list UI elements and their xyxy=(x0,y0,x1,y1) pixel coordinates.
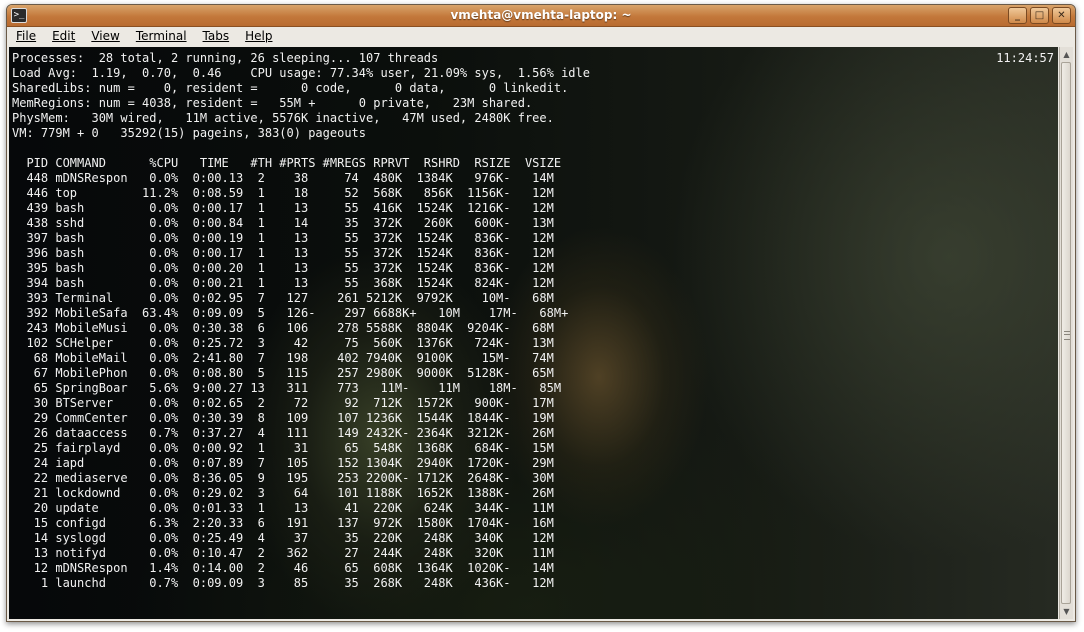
title-bar[interactable]: >_ vmehta@vmehta-laptop: ~ _ □ ✕ xyxy=(7,5,1075,27)
summary-line: SharedLibs: num = 0, resident = 0 code, … xyxy=(12,81,569,95)
process-row: 25 fairplayd 0.0% 0:00.92 1 31 65 548K 1… xyxy=(12,441,554,455)
menu-terminal[interactable]: Terminal xyxy=(127,27,194,46)
process-row: 395 bash 0.0% 0:00.20 1 13 55 372K 1524K… xyxy=(12,261,554,275)
summary-line: Processes: 28 total, 2 running, 26 sleep… xyxy=(12,51,439,65)
clock-readout: 11:24:57 xyxy=(996,51,1054,65)
menu-edit-label: Edit xyxy=(52,29,76,43)
menu-view[interactable]: View xyxy=(82,27,126,46)
process-row: 68 MobileMail 0.0% 2:41.80 7 198 402 794… xyxy=(12,351,554,365)
process-row: 24 iapd 0.0% 0:07.89 7 105 152 1304K 294… xyxy=(12,456,554,470)
terminal-screen[interactable]: Processes: 28 total, 2 running, 26 sleep… xyxy=(9,47,1058,619)
menu-help[interactable]: Help xyxy=(236,27,279,46)
grip-icon xyxy=(1064,331,1070,340)
maximize-button[interactable]: □ xyxy=(1030,7,1049,24)
process-row: 1 launchd 0.7% 0:09.09 3 85 35 268K 248K… xyxy=(12,576,554,590)
process-row: 392 MobileSafa 63.4% 0:09.09 5 126- 297 … xyxy=(12,306,569,320)
process-table-header: PID COMMAND %CPU TIME #TH #PRTS #MREGS R… xyxy=(12,156,562,170)
summary-line: VM: 779M + 0 35292(15) pageins, 383(0) p… xyxy=(12,126,367,140)
process-row: 22 mediaserve 0.0% 8:36.05 9 195 253 220… xyxy=(12,471,554,485)
scroll-thumb[interactable] xyxy=(1061,62,1071,604)
process-row: 438 sshd 0.0% 0:00.84 1 14 35 372K 260K … xyxy=(12,216,554,230)
menu-view-label: View xyxy=(91,29,120,43)
process-row: 13 notifyd 0.0% 0:10.47 2 362 27 244K 24… xyxy=(12,546,554,560)
menu-file[interactable]: File xyxy=(7,27,43,46)
process-row: 26 dataaccess 0.7% 0:37.27 4 111 149 243… xyxy=(12,426,554,440)
process-row: 14 syslogd 0.0% 0:25.49 4 37 35 220K 248… xyxy=(12,531,554,545)
menu-help-label: Help xyxy=(245,29,273,43)
scroll-up-arrow-icon[interactable]: ▲ xyxy=(1060,48,1073,61)
process-row: 65 SpringBoar 5.6% 9:00.27 13 311 773 11… xyxy=(12,381,562,395)
summary-line: MemRegions: num = 4038, resident = 55M +… xyxy=(12,96,533,110)
terminal-output: Processes: 28 total, 2 running, 26 sleep… xyxy=(12,51,590,591)
process-row: 397 bash 0.0% 0:00.19 1 13 55 372K 1524K… xyxy=(12,231,554,245)
minimize-button[interactable]: _ xyxy=(1008,7,1027,24)
process-row: 448 mDNSRespon 0.0% 0:00.13 2 38 74 480K… xyxy=(12,171,554,185)
summary-line: PhysMem: 30M wired, 11M active, 5576K in… xyxy=(12,111,554,125)
close-button[interactable]: ✕ xyxy=(1052,7,1071,24)
process-row: 394 bash 0.0% 0:00.21 1 13 55 368K 1524K… xyxy=(12,276,554,290)
process-row: 446 top 11.2% 0:08.59 1 18 52 568K 856K … xyxy=(12,186,554,200)
process-row: 243 MobileMusi 0.0% 0:30.38 6 106 278 55… xyxy=(12,321,554,335)
menu-file-label: File xyxy=(16,29,37,43)
process-row: 15 configd 6.3% 2:20.33 6 191 137 972K 1… xyxy=(12,516,554,530)
process-row: 30 BTServer 0.0% 0:02.65 2 72 92 712K 15… xyxy=(12,396,554,410)
menu-terminal-label: Terminal xyxy=(135,29,187,43)
menu-bar: File Edit View Terminal Tabs Help xyxy=(7,27,1075,46)
scroll-down-arrow-icon[interactable]: ▼ xyxy=(1060,605,1073,618)
terminal-window: >_ vmehta@vmehta-laptop: ~ _ □ ✕ File Ed… xyxy=(6,4,1076,622)
menu-tabs-label: Tabs xyxy=(202,29,230,43)
process-row: 102 SCHelper 0.0% 0:25.72 3 42 75 560K 1… xyxy=(12,336,554,350)
process-row: 393 Terminal 0.0% 0:02.95 7 127 261 5212… xyxy=(12,291,554,305)
summary-line: Load Avg: 1.19, 0.70, 0.46 CPU usage: 77… xyxy=(12,66,590,80)
process-row: 67 MobilePhon 0.0% 0:08.80 5 115 257 298… xyxy=(12,366,554,380)
process-row: 29 CommCenter 0.0% 0:30.39 8 109 107 123… xyxy=(12,411,554,425)
process-row: 439 bash 0.0% 0:00.17 1 13 55 416K 1524K… xyxy=(12,201,554,215)
menu-edit[interactable]: Edit xyxy=(43,27,82,46)
process-row: 21 lockdownd 0.0% 0:29.02 3 64 101 1188K… xyxy=(12,486,554,500)
menu-tabs[interactable]: Tabs xyxy=(194,27,237,46)
process-row: 20 update 0.0% 0:01.33 1 13 41 220K 624K… xyxy=(12,501,554,515)
process-row: 396 bash 0.0% 0:00.17 1 13 55 372K 1524K… xyxy=(12,246,554,260)
window-controls: _ □ ✕ xyxy=(1008,7,1071,24)
vertical-scrollbar[interactable]: ▲ ▼ xyxy=(1059,47,1073,619)
window-title: vmehta@vmehta-laptop: ~ xyxy=(450,8,632,22)
process-row: 12 mDNSRespon 1.4% 0:14.00 2 46 65 608K … xyxy=(12,561,554,575)
